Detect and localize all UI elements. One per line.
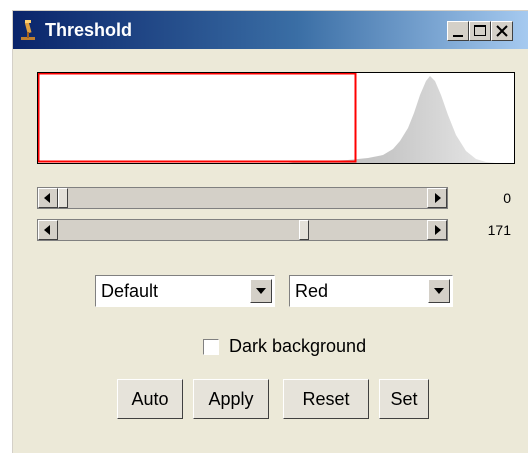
histogram-graphic [38, 73, 496, 163]
upper-threshold-slider[interactable] [37, 219, 448, 241]
histogram-distribution [288, 76, 496, 163]
auto-button[interactable]: Auto [117, 379, 183, 419]
maximize-icon [474, 25, 486, 36]
title-bar[interactable]: Threshold [13, 11, 528, 49]
dark-background-checkbox[interactable] [203, 339, 219, 355]
set-button[interactable]: Set [379, 379, 429, 419]
lower-threshold-value: 0 [503, 190, 511, 206]
threshold-method-value: Default [101, 281, 159, 301]
lower-slider-track[interactable] [58, 188, 427, 208]
upper-slider-thumb[interactable] [299, 220, 309, 240]
close-button[interactable] [491, 21, 513, 41]
threshold-window: Threshold 0 171 Default Red Dark backgro… [12, 10, 528, 453]
arrow-left-icon [44, 193, 50, 203]
display-mode-value: Red [295, 281, 329, 301]
close-icon [496, 25, 508, 37]
display-mode-select[interactable]: Red [289, 275, 453, 307]
histogram-plot [37, 72, 515, 164]
lower-slider-right-arrow[interactable] [427, 188, 447, 208]
arrow-right-icon [435, 193, 441, 203]
upper-slider-track[interactable] [58, 220, 427, 240]
client-area: 0 171 Default Red Dark background Auto A… [13, 49, 528, 453]
lower-slider-left-arrow[interactable] [38, 188, 58, 208]
microscope-icon [19, 19, 37, 41]
arrow-left-icon [44, 225, 50, 235]
threshold-selection [38, 73, 357, 163]
chevron-down-icon [256, 288, 266, 294]
window-title: Threshold [45, 20, 133, 40]
apply-button[interactable]: Apply [193, 379, 269, 419]
lower-slider-thumb[interactable] [58, 188, 68, 208]
minimize-button[interactable] [447, 21, 469, 41]
threshold-method-select[interactable]: Default [95, 275, 275, 307]
upper-threshold-value: 171 [487, 222, 511, 238]
arrow-right-icon [435, 225, 441, 235]
upper-slider-right-arrow[interactable] [427, 220, 447, 240]
display-dropdown-button[interactable] [428, 279, 450, 303]
lower-threshold-slider[interactable] [37, 187, 448, 209]
maximize-button[interactable] [469, 21, 491, 41]
minimize-icon [453, 35, 463, 37]
dark-background-label[interactable]: Dark background [229, 336, 366, 357]
chevron-down-icon [434, 288, 444, 294]
method-dropdown-button[interactable] [250, 279, 272, 303]
upper-slider-left-arrow[interactable] [38, 220, 58, 240]
reset-button[interactable]: Reset [283, 379, 369, 419]
